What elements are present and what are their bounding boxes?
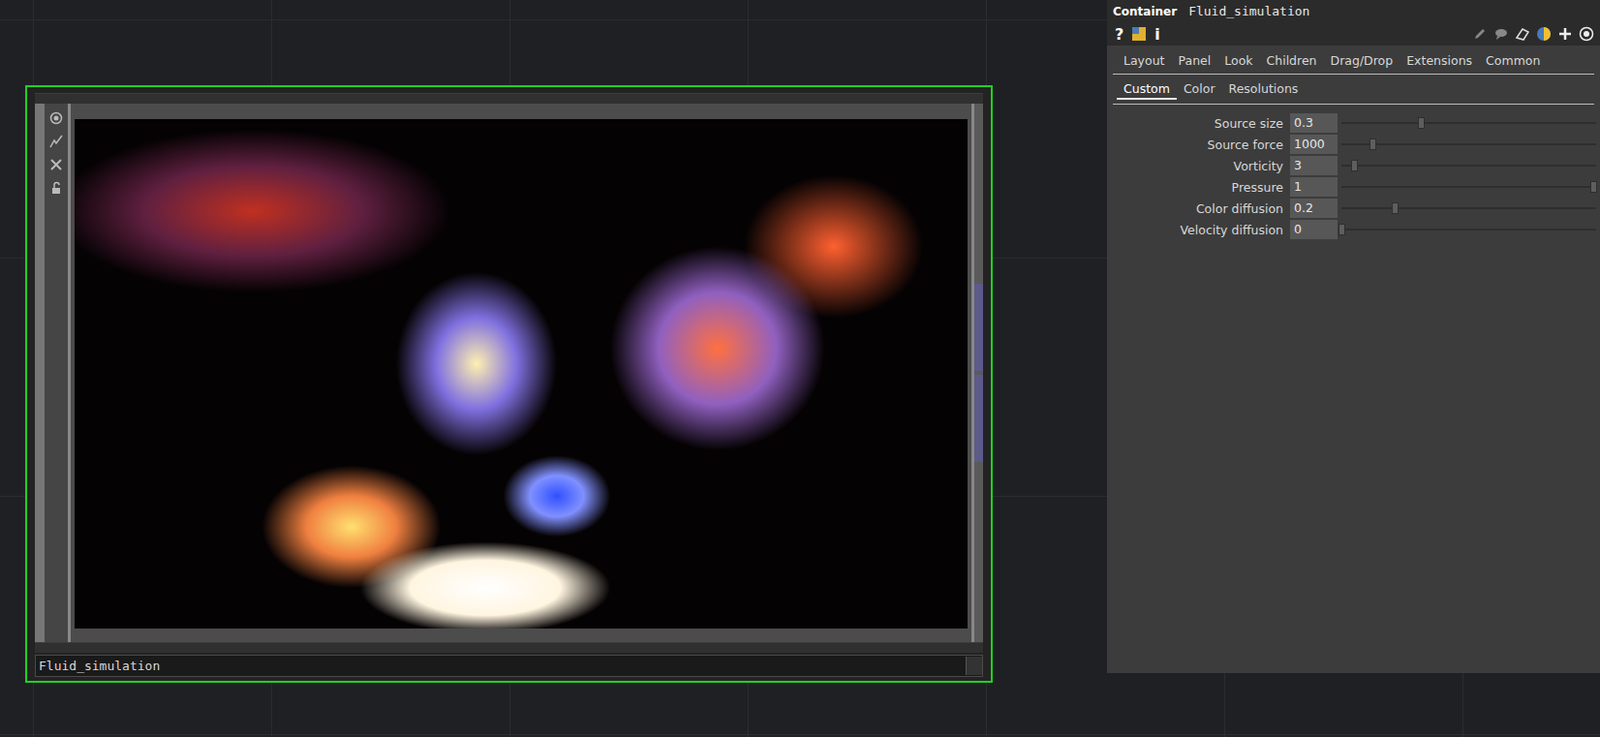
- python-icon[interactable]: [1536, 26, 1552, 42]
- add-icon[interactable]: [1557, 26, 1573, 42]
- page-tab[interactable]: Common: [1478, 51, 1547, 70]
- slider-handle[interactable]: [1417, 117, 1425, 129]
- custom-page-tab[interactable]: Color: [1176, 79, 1223, 100]
- parameter-field[interactable]: 0.3: [1290, 113, 1338, 133]
- parameter-label: Velocity diffusion: [1107, 222, 1291, 238]
- operator-type: Container: [1112, 4, 1177, 19]
- parameter-field[interactable]: 0.2: [1290, 198, 1338, 218]
- parameter-field[interactable]: 1: [1290, 177, 1338, 197]
- parameter-label: Vorticity: [1107, 158, 1291, 174]
- parameter-field[interactable]: 1000: [1290, 134, 1338, 154]
- lock-icon[interactable]: [49, 181, 63, 195]
- custom-page-tab[interactable]: Custom: [1116, 79, 1177, 100]
- target-icon[interactable]: [49, 111, 63, 125]
- parameter-label: Source size: [1107, 116, 1291, 131]
- help-button[interactable]: ?: [1112, 25, 1126, 44]
- panel-header: Container Fluid_simulation: [1107, 0, 1600, 23]
- fluid-render: [74, 119, 968, 629]
- parameter-slider[interactable]: [1341, 198, 1597, 218]
- python-help-icon[interactable]: [1131, 26, 1147, 42]
- page-tab[interactable]: Extensions: [1399, 51, 1479, 70]
- parameter-field[interactable]: 3: [1290, 155, 1338, 176]
- parameter-list: Source size0.3Source force1000Vorticity3…: [1107, 104, 1600, 241]
- parameter-slider[interactable]: [1341, 177, 1597, 197]
- custom-page-tabs: CustomColorResolutions: [1112, 74, 1595, 105]
- slider-handle[interactable]: [1391, 202, 1399, 215]
- page-tab[interactable]: Children: [1260, 51, 1324, 70]
- page-tab[interactable]: Panel: [1171, 51, 1219, 70]
- parameter-slider[interactable]: [1341, 134, 1597, 154]
- plus-icon[interactable]: [965, 656, 983, 676]
- pencil-icon[interactable]: [1472, 26, 1488, 42]
- parameter-slider[interactable]: [1341, 113, 1597, 133]
- parameter-row: Vorticity3: [1107, 154, 1600, 177]
- container-node[interactable]: Fluid_simulation: [25, 85, 993, 683]
- page-tab[interactable]: Drag/Drop: [1323, 51, 1401, 70]
- page-tab[interactable]: Layout: [1116, 51, 1172, 70]
- viewer-frame: [67, 103, 975, 643]
- slider-handle[interactable]: [1369, 138, 1377, 151]
- parameter-row: Source size0.3: [1107, 112, 1600, 134]
- node-bottom-strip: [34, 642, 984, 653]
- node-scrollbar[interactable]: [974, 103, 984, 643]
- operator-name[interactable]: Fluid_simulation: [1188, 3, 1310, 19]
- page-tabs: LayoutPanelLookChildrenDrag/DropExtensio…: [1112, 45, 1595, 75]
- parameter-label: Pressure: [1107, 180, 1291, 195]
- info-button[interactable]: i: [1152, 25, 1162, 44]
- close-icon[interactable]: [49, 157, 63, 172]
- wave-icon[interactable]: [49, 134, 63, 149]
- parameter-label: Source force: [1107, 137, 1291, 153]
- slider-handle[interactable]: [1351, 159, 1358, 172]
- clone-icon[interactable]: [1514, 26, 1531, 42]
- network-editor: Fluid_simulation Container Fluid_simulatio…: [0, 0, 1600, 737]
- custom-page-tab[interactable]: Resolutions: [1222, 79, 1306, 100]
- parameter-label: Color diffusion: [1107, 201, 1291, 216]
- parameter-row: Color diffusion0.2: [1107, 197, 1600, 219]
- parameter-row: Source force1000: [1107, 133, 1600, 155]
- parameter-slider[interactable]: [1341, 219, 1597, 240]
- page-tab[interactable]: Look: [1217, 51, 1260, 70]
- node-label[interactable]: Fluid_simulation: [35, 658, 966, 674]
- parameter-field[interactable]: 0: [1290, 219, 1338, 240]
- node-top-strip: [34, 92, 984, 104]
- parameter-row: Pressure1: [1107, 176, 1600, 198]
- panel-icon-row: ?i: [1107, 22, 1600, 46]
- slider-handle[interactable]: [1338, 223, 1346, 236]
- parameter-row: Velocity diffusion0: [1107, 218, 1600, 241]
- parameter-panel: ContainerFluid_simulation?iLayoutPanelLo…: [1107, 0, 1600, 674]
- viewer-icon[interactable]: [1578, 26, 1595, 42]
- comment-icon[interactable]: [1493, 26, 1509, 42]
- slider-handle[interactable]: [1590, 181, 1598, 193]
- node-label-bar: Fluid_simulation: [34, 654, 984, 677]
- parameter-slider[interactable]: [1341, 155, 1597, 176]
- viewer-toolbar: [34, 103, 68, 643]
